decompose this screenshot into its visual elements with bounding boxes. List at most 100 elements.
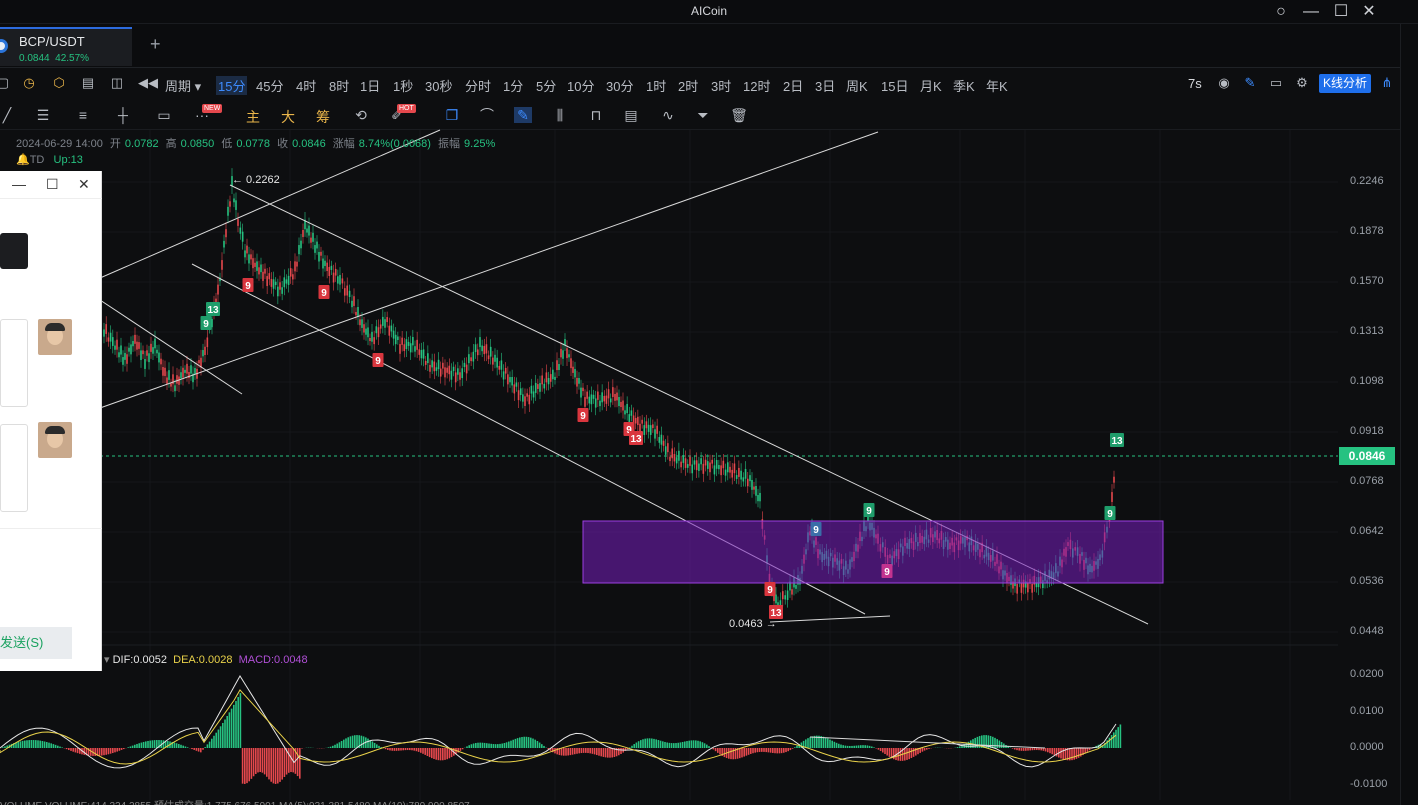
macd-histogram-bar <box>668 742 671 748</box>
macd-histogram-bar <box>525 736 528 748</box>
macd-histogram-bar <box>413 748 415 751</box>
macd-histogram-bar <box>371 741 374 748</box>
macd-histogram-bar <box>431 748 433 759</box>
macd-histogram-bar <box>259 748 261 773</box>
candle-body <box>283 277 286 288</box>
panel-maximize-button[interactable]: ☐ <box>46 176 59 193</box>
macd-histogram-bar <box>37 740 39 748</box>
macd-histogram-bar <box>1115 729 1117 748</box>
macd-histogram-bar <box>1036 748 1038 751</box>
macd-histogram-bar <box>442 748 444 761</box>
macd-histogram-bar <box>695 740 697 748</box>
candle-body <box>308 225 310 236</box>
macd-histogram-bar <box>794 747 796 748</box>
chart-thumbnail[interactable] <box>0 233 28 269</box>
price-tick: 0.0768 <box>1350 475 1384 487</box>
macd-histogram-bar <box>222 722 224 748</box>
candle-body <box>306 228 308 233</box>
macd-histogram-bar <box>424 748 426 755</box>
macd-histogram-bar <box>829 739 831 748</box>
candle-body <box>537 384 539 389</box>
candle-body <box>603 395 606 402</box>
macd-histogram-bar <box>527 737 530 748</box>
macd-histogram-bar <box>719 748 721 755</box>
macd-histogram-bar <box>1027 748 1029 751</box>
avatar[interactable] <box>38 422 72 458</box>
macd-histogram-bar <box>391 748 393 751</box>
macd-histogram-bar <box>226 715 228 748</box>
candle-body <box>401 337 403 345</box>
candle-body <box>156 349 158 354</box>
candle-body <box>795 585 797 589</box>
macd-histogram-bar <box>882 748 884 753</box>
macd-histogram-bar <box>747 748 750 755</box>
candle-body <box>277 286 279 297</box>
message-image[interactable] <box>0 424 28 512</box>
macd-histogram-bar <box>237 697 239 748</box>
macd-histogram-bar <box>30 740 33 748</box>
macd-histogram-bar <box>283 748 286 777</box>
macd-histogram-bar <box>959 746 961 748</box>
macd-histogram-bar <box>1029 748 1031 751</box>
macd-histogram-bar <box>296 748 299 777</box>
candle-body <box>437 359 440 370</box>
panel-minimize-button[interactable]: — <box>12 176 26 192</box>
panel-close-button[interactable]: ✕ <box>78 176 90 193</box>
macd-histogram-bar <box>855 745 858 748</box>
macd-histogram-bar <box>395 748 398 751</box>
macd-histogram-bar <box>367 738 369 748</box>
macd-histogram-bar <box>435 748 437 760</box>
candle-body <box>130 344 132 355</box>
macd-histogram-bar <box>1047 748 1049 753</box>
avatar[interactable] <box>38 319 72 355</box>
macd-histogram-bar <box>514 738 517 748</box>
macd-histogram-bar <box>332 745 334 748</box>
macd-histogram-bar <box>655 739 657 748</box>
candle-body <box>738 467 740 477</box>
macd-histogram-bar <box>574 748 576 755</box>
macd-histogram-bar <box>633 744 635 748</box>
candle-body <box>643 425 646 435</box>
macd-histogram-bar <box>697 740 699 748</box>
candle-body <box>755 485 757 496</box>
macd-histogram-bar <box>1062 748 1064 760</box>
candle-body <box>693 460 696 465</box>
candle-body <box>312 232 314 242</box>
low-annotation: 0.0463 → <box>729 618 777 630</box>
macd-histogram-bar <box>879 748 882 752</box>
macd-histogram-bar <box>444 748 446 760</box>
macd-histogram-bar <box>651 738 653 748</box>
macd-histogram-bar <box>857 745 860 748</box>
message-image[interactable] <box>0 319 28 407</box>
candle-body <box>700 458 702 465</box>
macd-histogram-bar <box>589 748 591 754</box>
candle-body <box>463 362 466 368</box>
candle-body <box>753 486 755 490</box>
candle-body <box>382 316 384 326</box>
macd-histogram-bar <box>516 738 519 748</box>
candle-body <box>662 440 665 446</box>
macd-histogram-bar <box>1075 748 1078 759</box>
candle-body <box>124 352 126 360</box>
macd-histogram-bar <box>763 748 765 752</box>
candle-body <box>1016 584 1018 594</box>
td-indicator-info: 🔔TD Up:13 <box>16 154 83 166</box>
macd-histogram-bar <box>688 740 690 748</box>
macd-histogram-bar <box>1071 748 1073 761</box>
bell-icon[interactable]: 🔔 <box>16 154 30 166</box>
candle-body <box>574 369 576 378</box>
macd-histogram-bar <box>101 748 103 756</box>
current-price-label: 0.0846 <box>1339 447 1395 465</box>
candle-body <box>170 383 172 387</box>
candle-body <box>429 364 431 372</box>
macd-histogram-bar <box>329 746 332 748</box>
macd-histogram-bar <box>659 740 662 748</box>
macd-histogram-bar <box>182 745 184 748</box>
price-chart[interactable]: ← 0.22620.0463 → 1399999913913999913 <box>0 0 1400 805</box>
send-button[interactable]: 发送(S) <box>0 627 72 659</box>
macd-histogram-bar <box>59 746 61 748</box>
macd-histogram-bar <box>167 740 169 748</box>
candle-body <box>465 364 468 374</box>
candle-body <box>202 350 204 357</box>
macd-histogram-bar <box>19 741 22 748</box>
